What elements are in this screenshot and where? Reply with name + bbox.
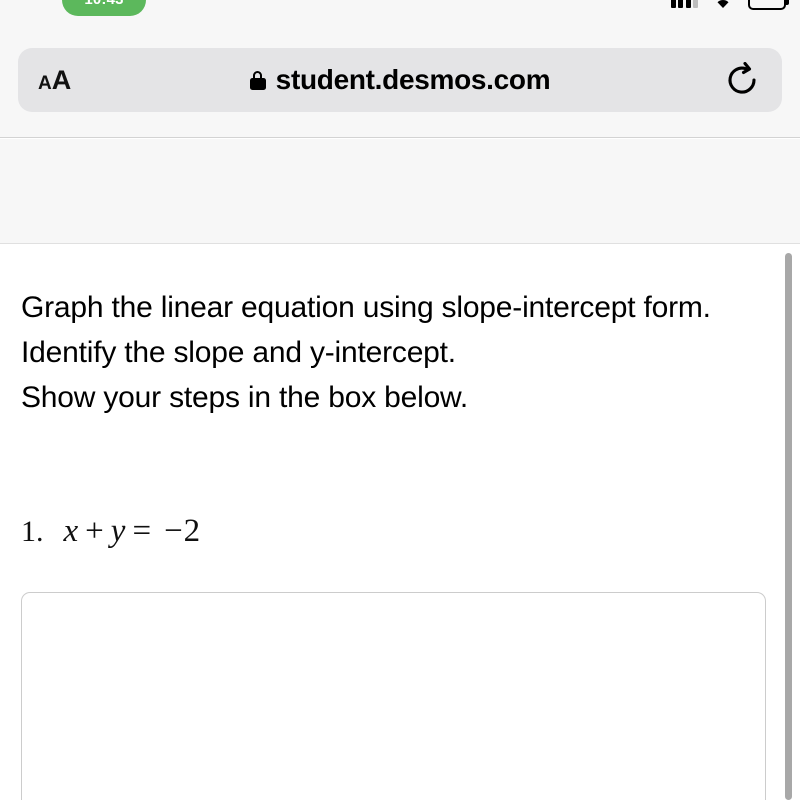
instruction-line-2: Identify the slope and y-intercept. xyxy=(21,336,456,369)
vertical-scrollbar[interactable] xyxy=(785,248,792,800)
instruction-line-3: Show your steps in the box below. xyxy=(21,381,469,414)
text-size-big-a: A xyxy=(51,65,72,95)
equation-term-x: x xyxy=(63,513,80,549)
text-size-small-a: A xyxy=(38,73,52,94)
url-display: student.desmos.com xyxy=(18,48,782,112)
reload-icon xyxy=(728,61,756,94)
lock-icon xyxy=(249,70,266,90)
equation-expression: x + y = −2 xyxy=(64,513,208,550)
equation-equals-operator: = xyxy=(132,513,153,549)
ios-status-bar: 10:43 xyxy=(0,0,800,30)
status-bar-indicators xyxy=(670,0,789,13)
cellular-signal-icon xyxy=(670,0,698,8)
activity-nav-bar: [Copy of] Le… Jenna Holt 1 of 7 Next xyxy=(0,139,800,371)
text-size-button[interactable]: AA xyxy=(38,48,71,112)
instructions-text: Graph the linear equation using slope-in… xyxy=(21,285,769,420)
url-text: student.desmos.com xyxy=(275,64,551,95)
answer-input-box[interactable] xyxy=(21,592,766,800)
status-recording-pill[interactable]: 10:43 xyxy=(62,0,146,16)
reload-button[interactable] xyxy=(724,61,760,98)
safari-toolbar: AA student.desmos.com xyxy=(0,30,800,138)
address-bar[interactable]: AA student.desmos.com xyxy=(18,48,782,112)
activity-content-panel: Graph the linear equation using slope-in… xyxy=(0,244,800,800)
wifi-icon xyxy=(711,0,735,9)
battery-icon xyxy=(748,0,789,10)
equation-right-side: −2 xyxy=(164,513,202,549)
equation-term-y: y xyxy=(110,513,127,549)
equation-plus-operator: + xyxy=(85,513,105,549)
problem-number: 1. xyxy=(21,515,44,548)
problem-equation: 1. x + y = −2 xyxy=(21,513,207,550)
instruction-line-1: Graph the linear equation using slope-in… xyxy=(21,291,711,324)
scrollbar-thumb[interactable] xyxy=(785,253,792,800)
